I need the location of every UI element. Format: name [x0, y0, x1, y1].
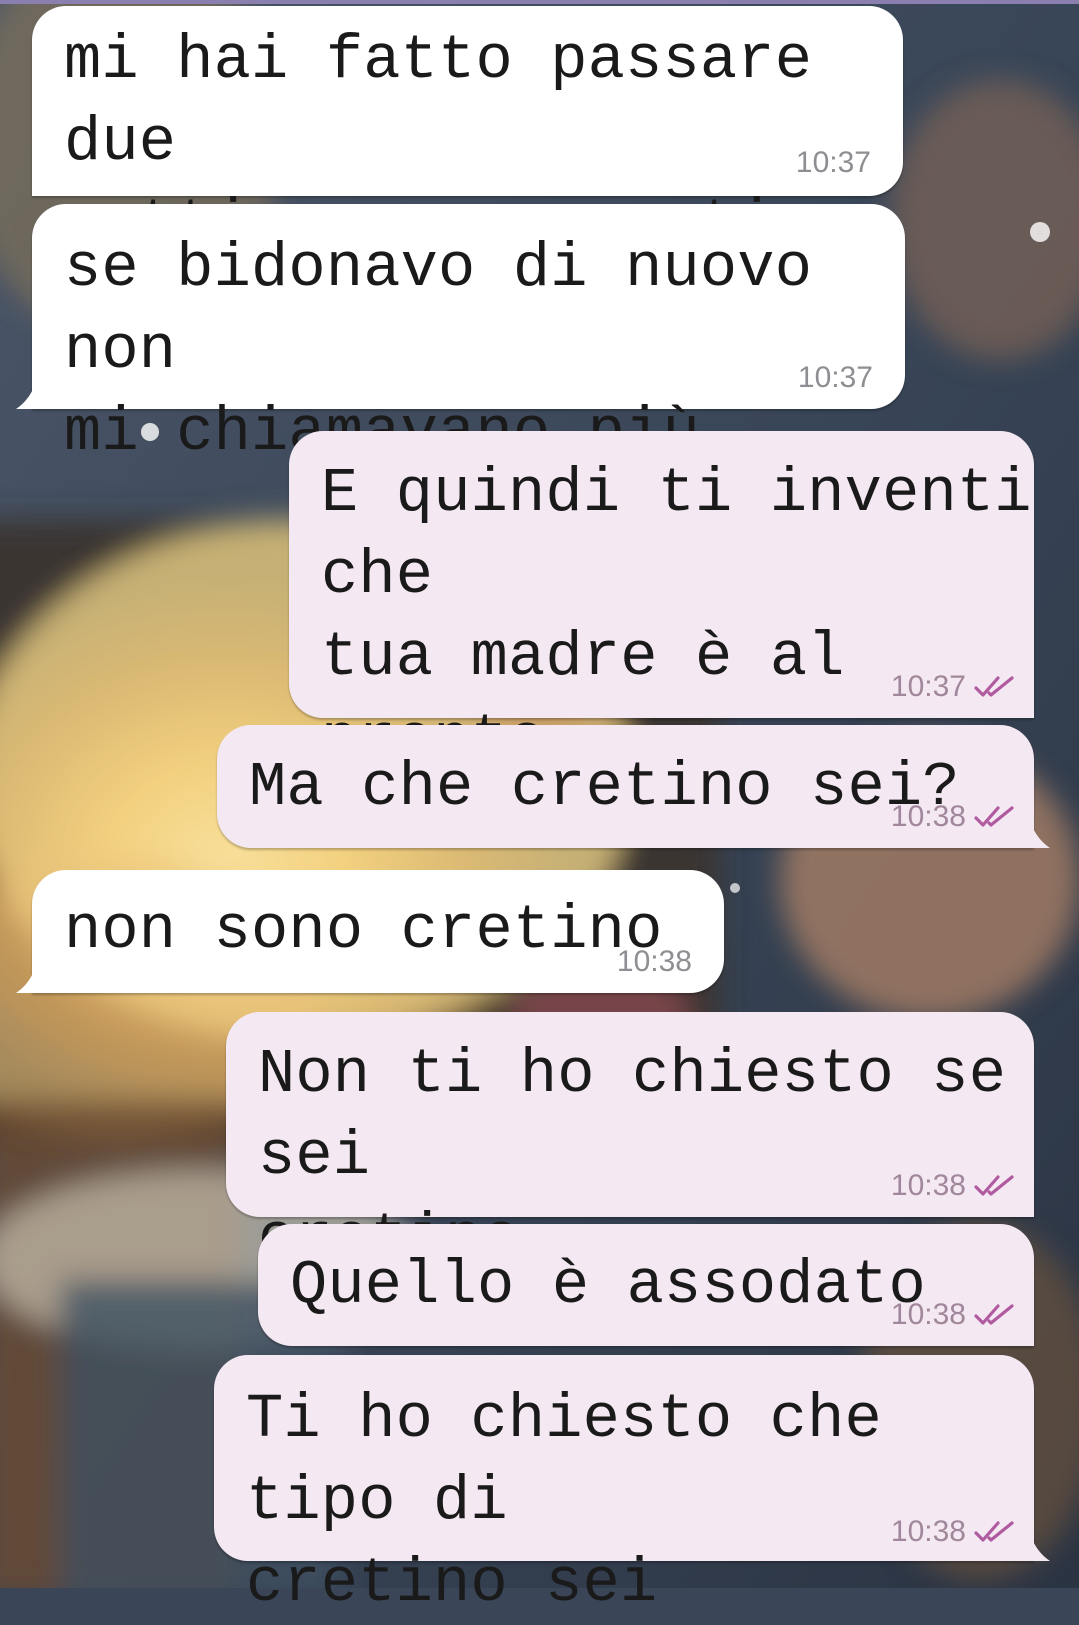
message-meta: 10:37	[798, 361, 873, 395]
message-timestamp: 10:38	[890, 1298, 966, 1331]
message-meta: 10:38	[617, 945, 692, 979]
message-timestamp: 10:37	[795, 146, 871, 179]
double-check-read-icon	[974, 1521, 1014, 1542]
message-bubble-outgoing[interactable]: Ma che cretino sei? 10:38	[217, 725, 1050, 848]
message-meta: 10:38	[891, 1298, 1016, 1332]
message-timestamp: 10:38	[890, 1169, 966, 1202]
message-bubble-incoming[interactable]: se bidonavo di nuovo non mi chiamavano p…	[16, 204, 905, 468]
message-meta: 10:37	[891, 670, 1016, 704]
message-text: Ma che cretino sei?	[249, 752, 960, 823]
message-text: non sono cretino	[64, 895, 663, 966]
double-check-read-icon	[974, 1304, 1014, 1325]
double-check-read-icon	[974, 676, 1014, 697]
message-timestamp: 10:38	[616, 945, 692, 978]
bubble-tail-icon	[16, 971, 34, 993]
message-timestamp: 10:38	[890, 1515, 966, 1548]
double-check-read-icon	[974, 1175, 1014, 1196]
message-meta: 10:37	[796, 146, 871, 180]
message-timestamp: 10:37	[890, 670, 966, 703]
message-bubble-outgoing[interactable]: E quindi ti inventi che tua madre è al p…	[289, 431, 1034, 857]
message-meta: 10:38	[891, 1515, 1016, 1549]
double-check-read-icon	[974, 806, 1014, 827]
message-bubble-outgoing[interactable]: Non ti ho chiesto se sei cretino 10:38	[226, 1012, 1034, 1274]
message-text: Ti ho chiesto che tipo di cretino sei	[246, 1384, 882, 1619]
message-text: Quello è assodato	[290, 1250, 926, 1321]
bubble-tail-icon	[1032, 1539, 1050, 1561]
message-meta: 10:38	[891, 1169, 1016, 1203]
bubble-tail-icon	[1032, 826, 1050, 848]
message-bubble-outgoing[interactable]: Ti ho chiesto che tipo di cretino sei 10…	[214, 1355, 1050, 1619]
message-bubble-outgoing[interactable]: Quello è assodato 10:38	[258, 1224, 1034, 1346]
message-meta: 10:38	[891, 800, 1016, 834]
message-bubble-incoming[interactable]: mi hai fatto passare due settimane conse…	[32, 6, 903, 260]
message-timestamp: 10:38	[890, 800, 966, 833]
message-timestamp: 10:37	[797, 361, 873, 394]
bubble-tail-icon	[16, 387, 34, 409]
message-bubble-incoming[interactable]: non sono cretino 10:38	[16, 870, 724, 993]
top-divider	[0, 0, 1079, 4]
